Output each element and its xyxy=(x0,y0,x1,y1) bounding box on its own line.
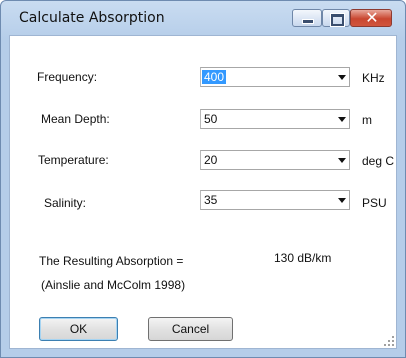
temperature-unit: deg C xyxy=(362,154,395,168)
result-value: 130 dB/km xyxy=(274,251,332,265)
temperature-value: 20 xyxy=(204,153,218,167)
frequency-label: Frequency: xyxy=(37,70,98,84)
temperature-combo[interactable]: 20 xyxy=(200,150,350,170)
maximize-button[interactable] xyxy=(322,9,350,27)
minimize-button[interactable] xyxy=(292,9,322,27)
minimize-icon xyxy=(302,19,314,24)
dropdown-arrow-icon[interactable] xyxy=(338,158,346,163)
resize-grip-icon[interactable] xyxy=(384,336,394,346)
dropdown-arrow-icon[interactable] xyxy=(338,75,346,80)
dropdown-arrow-icon[interactable] xyxy=(338,198,346,203)
close-icon: ✕ xyxy=(365,8,379,27)
cancel-button[interactable]: Cancel xyxy=(148,317,233,341)
salinity-combo[interactable]: 35 xyxy=(200,190,350,210)
result-label: The Resulting Absorption = xyxy=(39,254,184,268)
window-title: Calculate Absorption xyxy=(19,10,165,26)
mean-depth-label: Mean Depth: xyxy=(41,112,110,126)
result-reference: (Ainslie and McColm 1998) xyxy=(41,278,186,292)
mean-depth-value: 50 xyxy=(204,112,218,126)
maximize-icon xyxy=(330,13,345,27)
mean-depth-combo[interactable]: 50 xyxy=(200,109,350,129)
temperature-label: Temperature: xyxy=(38,153,109,167)
mean-depth-unit: m xyxy=(362,113,372,127)
frequency-combo[interactable]: 400 xyxy=(200,67,350,87)
dialog-body: Frequency: 400 KHz Mean Depth: 50 m Temp… xyxy=(9,35,397,349)
ok-button[interactable]: OK xyxy=(39,317,118,341)
calculate-absorption-dialog: Calculate Absorption ✕ Frequency: 400 KH… xyxy=(0,0,406,358)
frequency-unit: KHz xyxy=(362,71,385,85)
dropdown-arrow-icon[interactable] xyxy=(338,117,346,122)
salinity-label: Salinity: xyxy=(44,196,87,210)
salinity-value: 35 xyxy=(204,193,218,207)
title-bar[interactable]: Calculate Absorption ✕ xyxy=(1,1,405,35)
frequency-value: 400 xyxy=(202,70,227,84)
close-button[interactable]: ✕ xyxy=(350,8,392,27)
salinity-unit: PSU xyxy=(362,196,387,210)
